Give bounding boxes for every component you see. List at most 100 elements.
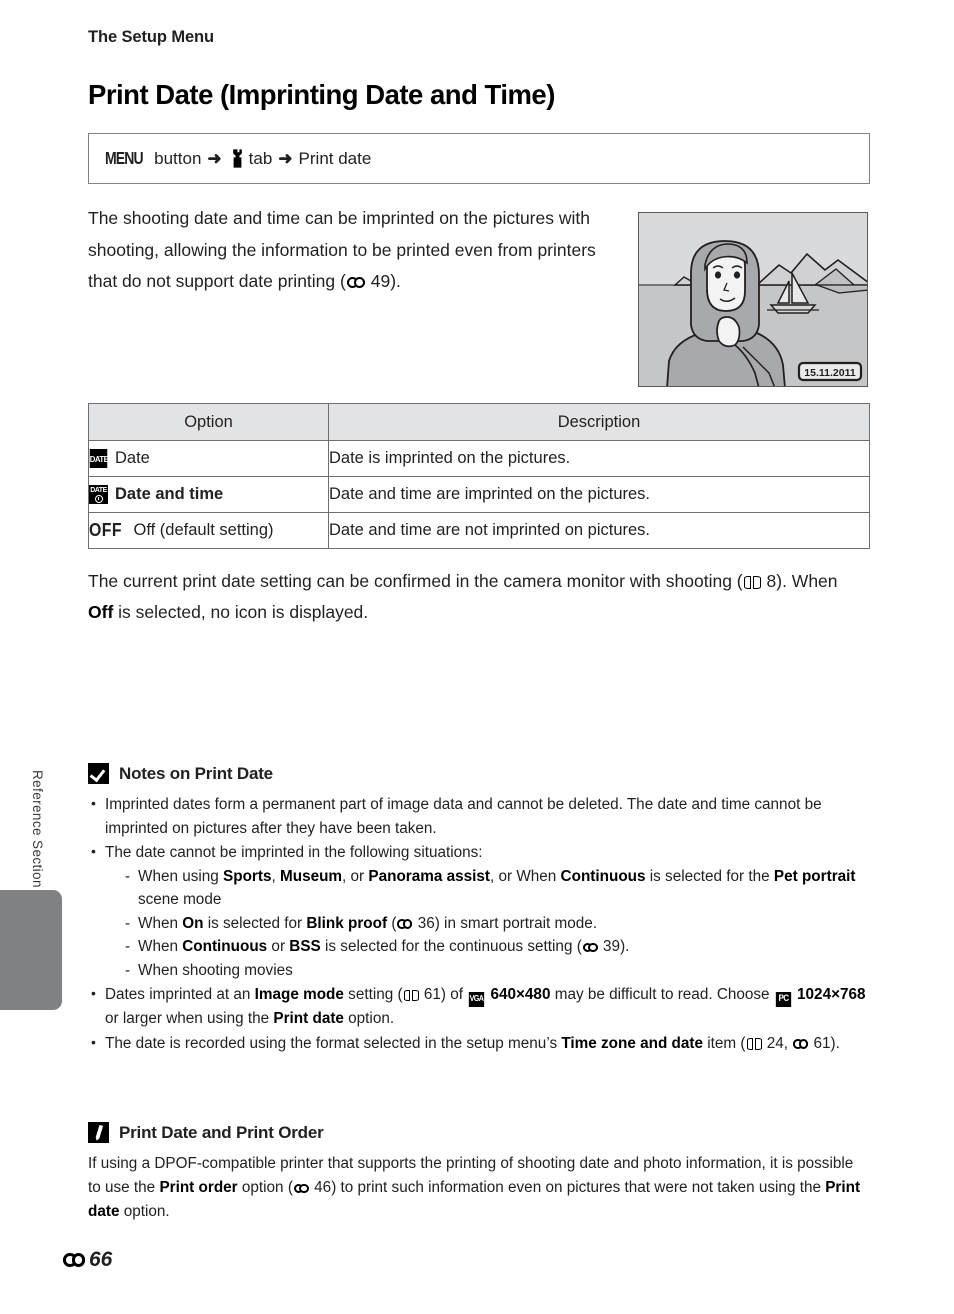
notes-bullet2-lead: The date cannot be imprinted in the foll… xyxy=(105,844,483,861)
e-reference-icon xyxy=(793,1039,809,1049)
ref-number: 36 xyxy=(417,914,435,932)
e-reference-icon xyxy=(293,1183,309,1193)
column-header-description: Description xyxy=(328,403,870,441)
ref-number: 39 xyxy=(603,938,621,955)
description-cell: Date and time are not imprinted on pictu… xyxy=(328,512,870,549)
bold-1024x768: 1024×768 xyxy=(797,986,866,1003)
notes-title: Notes on Print Date xyxy=(119,763,273,783)
txt: ) of xyxy=(440,986,468,1003)
bold-continuous: Continuous xyxy=(560,867,646,885)
bold-panorama: Panorama assist xyxy=(368,867,490,885)
vga-badge-icon: VGA xyxy=(469,992,485,1007)
check-box-icon xyxy=(88,763,109,784)
txt: The date is recorded using the format se… xyxy=(105,1034,562,1052)
running-head: The Setup Menu xyxy=(88,28,215,46)
notes-bullet-list: Imprinted dates form a permanent part of… xyxy=(88,792,870,1055)
arrow-right-icon: ➜ xyxy=(207,149,222,168)
menu-path-tab-word: tab xyxy=(248,148,273,168)
txt: When xyxy=(138,938,183,955)
ref-number: 61 xyxy=(813,1034,831,1052)
bold-print-order: Print order xyxy=(159,1179,238,1196)
list-item: When using Sports, Museum, or Panorama a… xyxy=(122,865,870,912)
list-item: When shooting movies xyxy=(122,959,870,983)
txt: ) in smart portrait mode. xyxy=(434,914,598,932)
table-row: DATE Date and time Date and time are imp… xyxy=(88,476,870,513)
page-number: 66 xyxy=(89,1248,113,1271)
column-header-option: Option xyxy=(88,403,329,441)
arrow-right-icon-2: ➜ xyxy=(278,149,293,168)
book-reference-icon xyxy=(746,1038,762,1050)
txt: or larger when using the xyxy=(105,1010,274,1027)
intro-paragraph: The shooting date and time can be imprin… xyxy=(88,203,613,298)
menu-path-button-word: button xyxy=(154,148,202,168)
option-label: Date and time xyxy=(115,485,224,503)
description-cell: Date and time are imprinted on the pictu… xyxy=(328,476,870,513)
bold-image-mode: Image mode xyxy=(254,986,344,1003)
bold-640x480: 640×480 xyxy=(490,986,551,1003)
confirm-paragraph: The current print date setting can be co… xyxy=(88,566,848,628)
camera-monitor-illustration: 15.11.2011 xyxy=(638,212,868,387)
menu-path-box: MENU button ➜ tab ➜ Print date xyxy=(88,133,870,184)
bold-continuous-2: Continuous xyxy=(182,938,268,955)
ref-number: 46 xyxy=(314,1179,332,1196)
txt: scene mode xyxy=(138,891,222,908)
page-title: Print Date (Imprinting Date and Time) xyxy=(88,79,555,110)
tip-paragraph: If using a DPOF-compatible printer that … xyxy=(88,1152,870,1224)
txt: is selected for the xyxy=(645,867,774,885)
date-time-badge-icon: DATE xyxy=(89,485,108,504)
e-reference-icon xyxy=(63,1253,85,1267)
txt: option. xyxy=(343,1010,395,1027)
bold-on: On xyxy=(182,914,204,932)
side-tab-label: Reference Section xyxy=(30,770,45,888)
menu-path-row: MENU button ➜ tab ➜ Print date xyxy=(105,148,371,169)
clock-icon xyxy=(94,494,103,503)
svg-text:15.11.2011: 15.11.2011 xyxy=(804,367,856,379)
bold-blink-proof: Blink proof xyxy=(306,914,388,932)
ref-number: 61 xyxy=(423,986,441,1003)
bold-sports: Sports xyxy=(223,867,272,885)
bold-pet-portrait: Pet portrait xyxy=(773,867,856,885)
txt: Dates imprinted at an xyxy=(105,986,255,1003)
txt: , or When xyxy=(489,867,561,885)
pc-badge-icon: PC xyxy=(775,991,791,1007)
bold-print-date: Print date xyxy=(273,1010,344,1027)
confirm-part-2: ). When xyxy=(776,571,838,591)
txt: ). xyxy=(620,938,630,955)
tip-title: Print Date and Print Order xyxy=(119,1122,324,1142)
confirm-part-3: is selected, no icon is displayed. xyxy=(113,602,369,622)
txt: , xyxy=(783,1034,793,1052)
notes-sub-list: When using Sports, Museum, or Panorama a… xyxy=(122,865,870,983)
txt: is selected for the continuous setting ( xyxy=(320,938,582,955)
date-stamp: 15.11.2011 xyxy=(797,361,863,382)
list-item: When On is selected for Blink proof ( 36… xyxy=(122,912,870,936)
illustration-svg: 15.11.2011 xyxy=(639,213,867,386)
list-item: The date cannot be imprinted in the foll… xyxy=(88,840,870,983)
txt: option. xyxy=(119,1203,170,1220)
intro-line-1: The shooting date and time can be imprin… xyxy=(88,208,488,228)
txt: ). xyxy=(830,1034,840,1052)
notes-heading: Notes on Print Date xyxy=(88,763,870,784)
notes-section: Notes on Print Date Imprinted dates form… xyxy=(88,763,870,1056)
e-reference-icon xyxy=(582,942,598,952)
confirm-bold-off: Off xyxy=(88,602,114,622)
txt: may be difficult to read. Choose xyxy=(550,986,774,1003)
option-label: Date xyxy=(115,449,150,467)
txt: setting ( xyxy=(343,986,403,1003)
off-glyph-icon: OFF xyxy=(89,520,122,540)
description-cell: Date is imprinted on the pictures. xyxy=(328,440,870,477)
txt: or xyxy=(267,938,290,955)
option-label: Off (default setting) xyxy=(133,521,274,539)
ref-number: 24 xyxy=(766,1034,784,1052)
menu-path-destination: Print date xyxy=(298,148,372,168)
bold-museum: Museum xyxy=(279,867,343,885)
option-cell-date-time: DATE Date and time xyxy=(88,476,329,513)
txt: ( xyxy=(387,914,397,932)
txt: is selected for xyxy=(203,914,307,932)
confirm-ref: 8 xyxy=(766,571,777,591)
txt: option ( xyxy=(237,1179,293,1196)
intro-line-4-pre: printing ( xyxy=(277,271,346,291)
list-item: Imprinted dates form a permanent part of… xyxy=(88,792,870,840)
intro-line-4-ref: 49 xyxy=(370,271,391,291)
e-reference-icon xyxy=(397,919,413,929)
txt: ) to print such information even on pict… xyxy=(331,1179,826,1196)
